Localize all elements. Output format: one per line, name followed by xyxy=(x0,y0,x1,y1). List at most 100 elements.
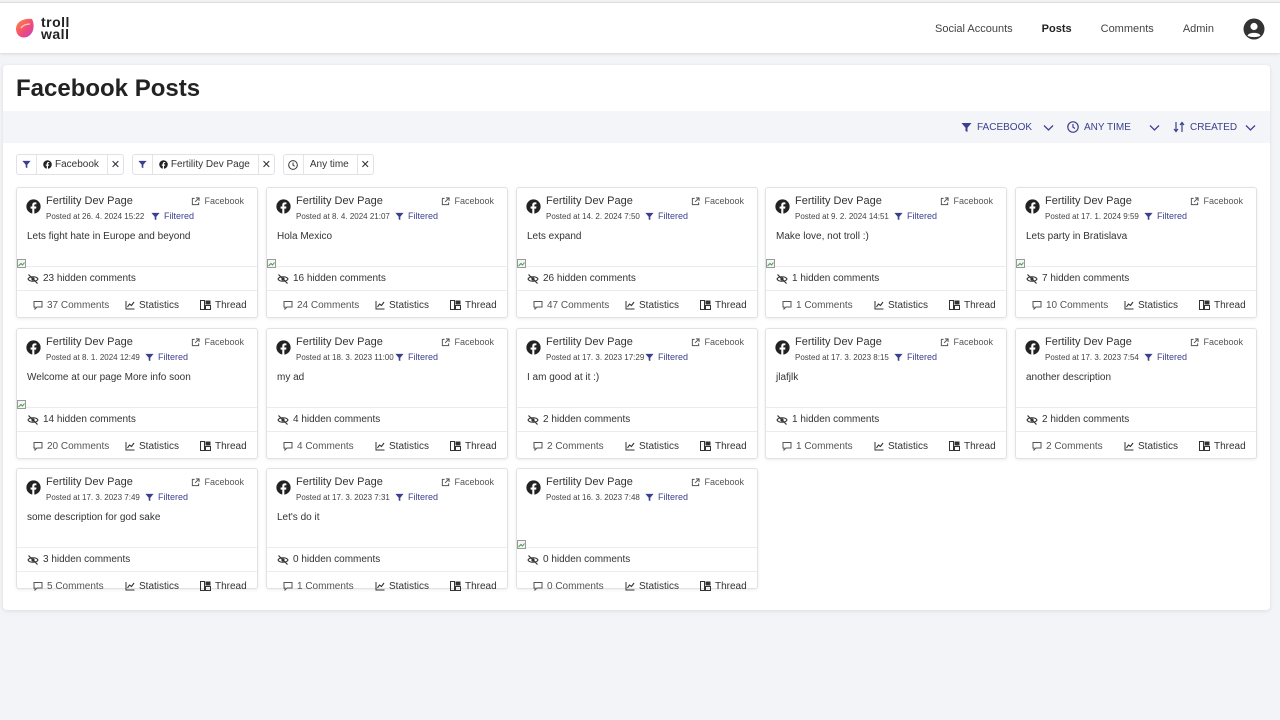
page-name-link[interactable]: Fertility Dev Page xyxy=(1045,336,1132,348)
thread-button[interactable]: Thread xyxy=(450,291,497,319)
thread-button[interactable]: Thread xyxy=(700,291,747,319)
comment-icon xyxy=(33,441,47,451)
comments-button[interactable]: 47 Comments xyxy=(533,291,609,319)
time-filter[interactable]: ANY TIME xyxy=(1067,111,1131,143)
page-name-link[interactable]: Fertility Dev Page xyxy=(296,195,383,207)
page-name-link[interactable]: Fertility Dev Page xyxy=(1045,195,1132,207)
remove-filter-button[interactable]: ✕ xyxy=(356,155,373,174)
statistics-button[interactable]: Statistics xyxy=(1124,432,1178,460)
comments-button[interactable]: 1 Comments xyxy=(283,572,354,600)
statistics-button[interactable]: Statistics xyxy=(375,572,429,600)
comments-button[interactable]: 1 Comments xyxy=(782,432,853,460)
filter-icon xyxy=(133,155,153,174)
comment-icon xyxy=(283,441,297,451)
remove-filter-button[interactable]: ✕ xyxy=(257,155,274,174)
comments-button[interactable]: 4 Comments xyxy=(283,432,354,460)
comments-button[interactable]: 10 Comments xyxy=(1032,291,1108,319)
page-name-link[interactable]: Fertility Dev Page xyxy=(46,476,133,488)
post-actions: 37 Comments Statistics Thread xyxy=(17,290,257,318)
comments-button[interactable]: 2 Comments xyxy=(1032,432,1103,460)
open-on-facebook-link[interactable]: Facebook xyxy=(441,337,494,347)
page-name-link[interactable]: Fertility Dev Page xyxy=(795,336,882,348)
comments-button[interactable]: 1 Comments xyxy=(782,291,853,319)
post-card: Fertility Dev Page Posted at 17. 3. 2023 … xyxy=(266,468,508,592)
hidden-comments: 3 hidden comments xyxy=(17,547,257,571)
page-name-link[interactable]: Fertility Dev Page xyxy=(546,476,633,488)
user-avatar-icon[interactable] xyxy=(1243,18,1265,40)
platform-filter[interactable]: FACEBOOK xyxy=(961,111,1032,143)
eye-off-icon xyxy=(776,273,792,285)
page-name-link[interactable]: Fertility Dev Page xyxy=(46,195,133,207)
chevron-down-icon[interactable] xyxy=(1149,122,1160,133)
statistics-button[interactable]: Statistics xyxy=(625,291,679,319)
statistics-button[interactable]: Statistics xyxy=(1124,291,1178,319)
thread-button[interactable]: Thread xyxy=(200,291,247,319)
open-on-facebook-link[interactable]: Facebook xyxy=(691,196,744,206)
open-on-facebook-link[interactable]: Facebook xyxy=(940,337,993,347)
comments-button[interactable]: 37 Comments xyxy=(33,291,109,319)
comments-button[interactable]: 5 Comments xyxy=(33,572,104,600)
statistics-button[interactable]: Statistics xyxy=(125,432,179,460)
page-name-link[interactable]: Fertility Dev Page xyxy=(795,195,882,207)
open-on-facebook-link[interactable]: Facebook xyxy=(441,196,494,206)
thread-button[interactable]: Thread xyxy=(200,432,247,460)
statistics-button[interactable]: Statistics xyxy=(125,291,179,319)
open-on-facebook-link[interactable]: Facebook xyxy=(191,337,244,347)
chevron-down-icon[interactable] xyxy=(1043,122,1054,133)
open-on-facebook-link[interactable]: Facebook xyxy=(191,477,244,487)
broken-image-icon xyxy=(17,397,27,409)
statistics-button[interactable]: Statistics xyxy=(375,432,429,460)
open-on-facebook-link[interactable]: Facebook xyxy=(940,196,993,206)
comments-button[interactable]: 24 Comments xyxy=(283,291,359,319)
statistics-button[interactable]: Statistics xyxy=(625,432,679,460)
chevron-down-icon[interactable] xyxy=(1245,122,1256,133)
hidden-comments-count: 4 hidden comments xyxy=(293,414,381,425)
remove-filter-button[interactable]: ✕ xyxy=(106,155,123,174)
post-text: some description for god sake xyxy=(27,512,161,523)
thread-button[interactable]: Thread xyxy=(700,572,747,600)
thread-button[interactable]: Thread xyxy=(949,432,996,460)
statistics-button[interactable]: Statistics xyxy=(125,572,179,600)
open-on-facebook-link[interactable]: Facebook xyxy=(441,477,494,487)
chip-label: Any time xyxy=(304,155,357,174)
post-actions: 20 Comments Statistics Thread xyxy=(17,431,257,459)
comments-button[interactable]: 20 Comments xyxy=(33,432,109,460)
comments-button[interactable]: 2 Comments xyxy=(533,432,604,460)
eye-off-icon xyxy=(27,414,43,426)
open-on-facebook-link[interactable]: Facebook xyxy=(191,196,244,206)
external-link-icon xyxy=(1190,196,1203,206)
comments-button[interactable]: 0 Comments xyxy=(533,572,604,600)
statistics-button[interactable]: Statistics xyxy=(375,291,429,319)
page-name-link[interactable]: Fertility Dev Page xyxy=(546,336,633,348)
thread-button[interactable]: Thread xyxy=(949,291,996,319)
nav-social-accounts[interactable]: Social Accounts xyxy=(935,23,1013,35)
filtered-label: Filtered xyxy=(164,211,195,221)
thread-button[interactable]: Thread xyxy=(200,572,247,600)
filter-icon xyxy=(1144,212,1157,221)
statistics-button[interactable]: Statistics xyxy=(874,432,928,460)
nav-admin[interactable]: Admin xyxy=(1183,23,1214,35)
comments-count: 2 Comments xyxy=(1046,440,1103,452)
thread-button[interactable]: Thread xyxy=(1199,432,1246,460)
statistics-button[interactable]: Statistics xyxy=(625,572,679,600)
page-name-link[interactable]: Fertility Dev Page xyxy=(296,336,383,348)
thread-button[interactable]: Thread xyxy=(700,432,747,460)
page-name-link[interactable]: Fertility Dev Page xyxy=(46,336,133,348)
post-image xyxy=(267,256,507,268)
statistics-button[interactable]: Statistics xyxy=(874,291,928,319)
nav-posts[interactable]: Posts xyxy=(1042,23,1072,35)
thread-button[interactable]: Thread xyxy=(450,572,497,600)
open-on-facebook-link[interactable]: Facebook xyxy=(691,337,744,347)
chip-text: Any time xyxy=(309,159,349,170)
nav-comments[interactable]: Comments xyxy=(1101,23,1154,35)
page-name-link[interactable]: Fertility Dev Page xyxy=(546,195,633,207)
sort-select[interactable]: CREATED xyxy=(1173,111,1237,143)
open-on-facebook-link[interactable]: Facebook xyxy=(691,477,744,487)
logo[interactable]: troll wall xyxy=(12,15,81,41)
chart-icon xyxy=(375,300,389,310)
page-name-link[interactable]: Fertility Dev Page xyxy=(296,476,383,488)
open-on-facebook-link[interactable]: Facebook xyxy=(1190,337,1243,347)
open-on-facebook-link[interactable]: Facebook xyxy=(1190,196,1243,206)
thread-button[interactable]: Thread xyxy=(1199,291,1246,319)
thread-button[interactable]: Thread xyxy=(450,432,497,460)
